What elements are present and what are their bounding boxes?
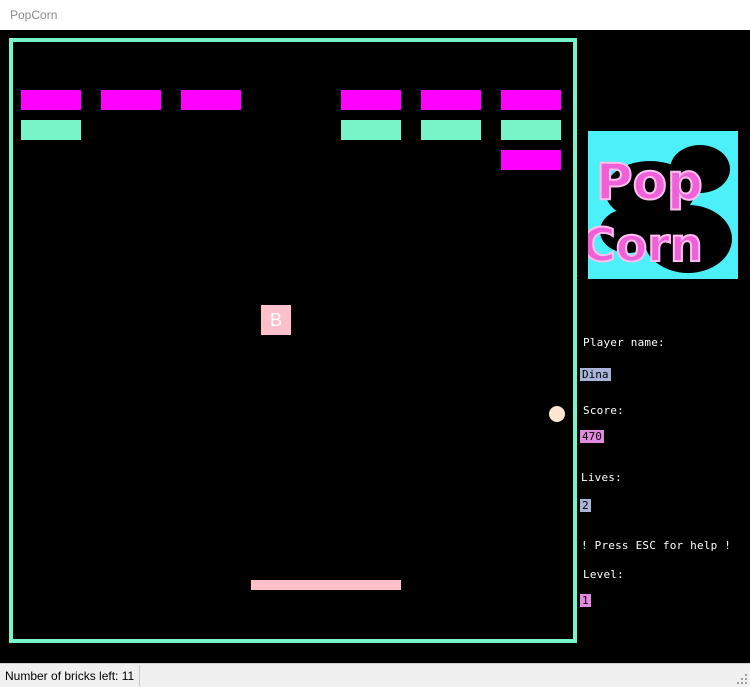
score-label: Score: (583, 404, 624, 417)
logo-line1: Pop (596, 153, 703, 211)
brick (501, 90, 561, 110)
player-name-value: Dina (580, 368, 611, 381)
lives-value: 2 (580, 499, 591, 512)
paddle[interactable] (251, 580, 401, 590)
playfield-frame (9, 38, 577, 643)
level-value: 1 (580, 594, 591, 607)
brick (21, 90, 81, 110)
lives-label: Lives: (581, 471, 622, 484)
resize-grip-icon[interactable] (736, 673, 748, 685)
bricks-left-counter: Number of bricks left: 11 (0, 665, 141, 686)
brick (341, 90, 401, 110)
bonus-capsule: B (261, 305, 291, 335)
brick (421, 90, 481, 110)
level-label: Level: (583, 568, 624, 581)
ball (549, 406, 565, 422)
brick (101, 90, 161, 110)
brick (21, 120, 81, 140)
window-title: PopCorn (10, 8, 58, 22)
score-value: 470 (580, 430, 604, 443)
logo-line2: Corn (588, 218, 703, 272)
game-canvas[interactable]: B Pop Corn Player name: Dina Score: 470 … (0, 30, 750, 663)
popcorn-logo: Pop Corn (588, 131, 738, 279)
title-bar: PopCorn (0, 0, 750, 30)
brick (501, 120, 561, 140)
status-bar: Number of bricks left: 11 (0, 663, 750, 687)
help-hint: ! Press ESC for help ! (581, 539, 732, 552)
brick (421, 120, 481, 140)
brick (341, 120, 401, 140)
brick (181, 90, 241, 110)
brick (501, 150, 561, 170)
player-name-label: Player name: (583, 336, 665, 349)
